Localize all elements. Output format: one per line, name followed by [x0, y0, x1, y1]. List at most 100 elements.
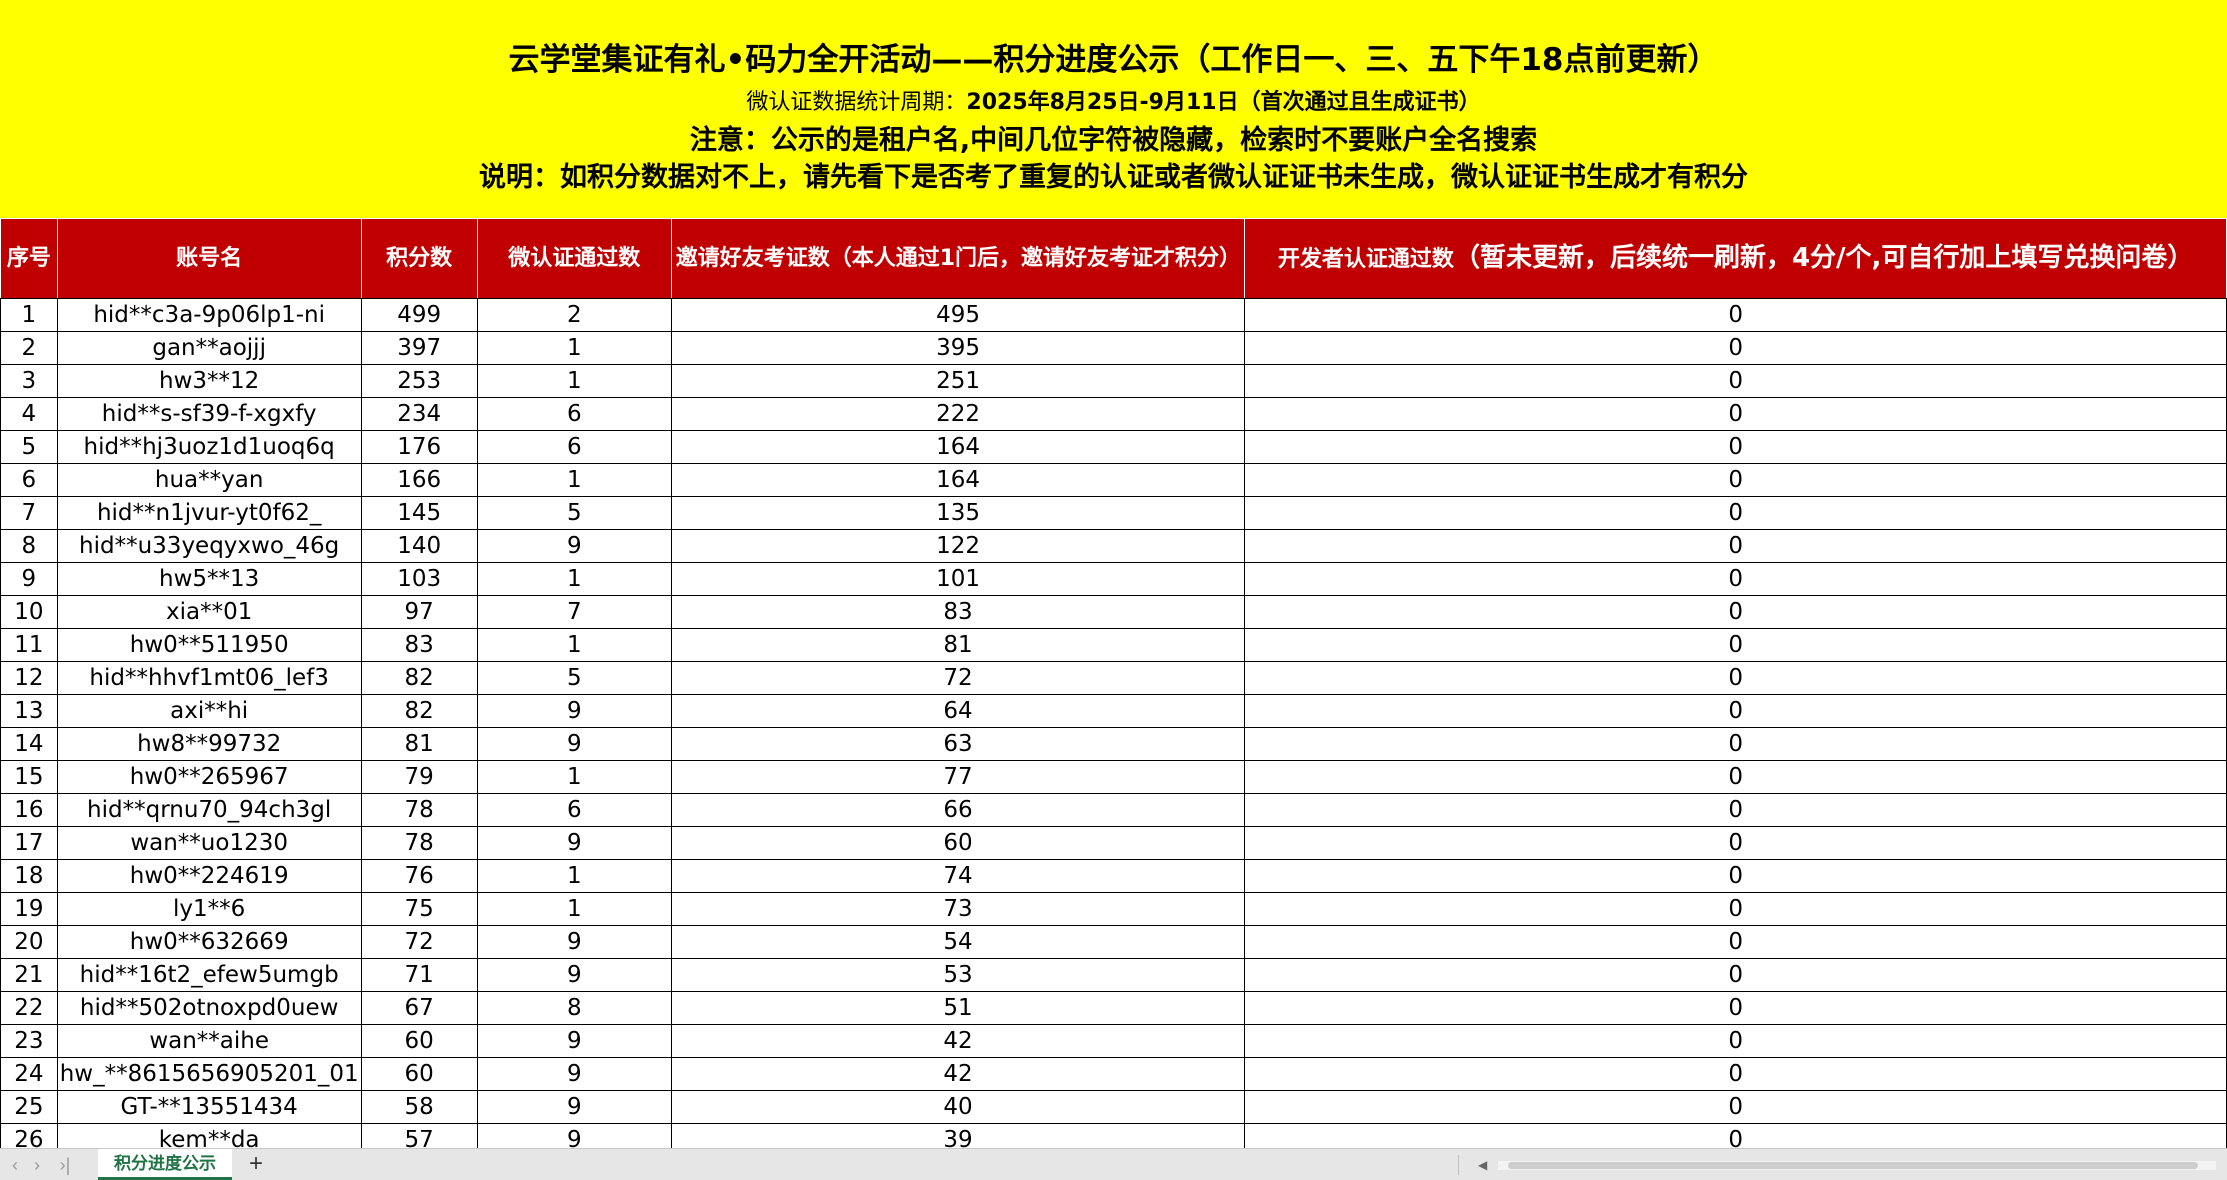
- cell-invite[interactable]: 122: [670, 529, 1246, 563]
- cell-account[interactable]: hid**s-sf39-f-xgxfy: [56, 397, 362, 431]
- cell-account[interactable]: hua**yan: [56, 463, 362, 497]
- table-row[interactable]: 16 hid**qrnu70_94ch3gl 78 6 66 0: [0, 793, 2227, 827]
- cell-developer-cert[interactable]: 0: [1244, 892, 2227, 926]
- cell-points[interactable]: 82: [360, 694, 478, 728]
- table-row[interactable]: 2 gan**aojjj 397 1 395 0: [0, 331, 2227, 365]
- cell-invite[interactable]: 164: [670, 463, 1246, 497]
- cell-invite[interactable]: 74: [670, 859, 1246, 893]
- cell-micro-cert[interactable]: 8: [476, 991, 672, 1025]
- cell-developer-cert[interactable]: 0: [1244, 364, 2227, 398]
- cell-invite[interactable]: 222: [670, 397, 1246, 431]
- cell-seq[interactable]: 25: [0, 1090, 58, 1124]
- cell-account[interactable]: wan**aihe: [56, 1024, 362, 1058]
- scroll-left-icon[interactable]: ◀: [1478, 1155, 1494, 1175]
- cell-micro-cert[interactable]: 1: [476, 364, 672, 398]
- column-header-micro-cert[interactable]: 微认证通过数: [476, 218, 672, 299]
- cell-developer-cert[interactable]: 0: [1244, 1024, 2227, 1058]
- cell-points[interactable]: 57: [360, 1123, 478, 1148]
- cell-micro-cert[interactable]: 6: [476, 397, 672, 431]
- cell-points[interactable]: 75: [360, 892, 478, 926]
- cell-seq[interactable]: 24: [0, 1057, 58, 1091]
- scrollbar-thumb[interactable]: [1508, 1162, 2198, 1169]
- cell-points[interactable]: 81: [360, 727, 478, 761]
- cell-points[interactable]: 78: [360, 793, 478, 827]
- cell-seq[interactable]: 14: [0, 727, 58, 761]
- cell-seq[interactable]: 5: [0, 430, 58, 464]
- cell-micro-cert[interactable]: 9: [476, 1123, 672, 1148]
- cell-seq[interactable]: 23: [0, 1024, 58, 1058]
- cell-invite[interactable]: 39: [670, 1123, 1246, 1148]
- table-row[interactable]: 20 hw0**632669 72 9 54 0: [0, 925, 2227, 959]
- cell-seq[interactable]: 15: [0, 760, 58, 794]
- cell-micro-cert[interactable]: 9: [476, 529, 672, 563]
- cell-micro-cert[interactable]: 1: [476, 859, 672, 893]
- cell-developer-cert[interactable]: 0: [1244, 628, 2227, 662]
- table-row[interactable]: 24 hw_**8615656905201_01 60 9 42 0: [0, 1057, 2227, 1091]
- table-row[interactable]: 17 wan**uo1230 78 9 60 0: [0, 826, 2227, 860]
- sheet-tab-active[interactable]: 积分进度公示: [98, 1149, 232, 1180]
- cell-developer-cert[interactable]: 0: [1244, 331, 2227, 365]
- cell-developer-cert[interactable]: 0: [1244, 529, 2227, 563]
- cell-seq[interactable]: 8: [0, 529, 58, 563]
- cell-seq[interactable]: 21: [0, 958, 58, 992]
- cell-micro-cert[interactable]: 9: [476, 958, 672, 992]
- cell-micro-cert[interactable]: 5: [476, 661, 672, 695]
- cell-micro-cert[interactable]: 7: [476, 595, 672, 629]
- cell-micro-cert[interactable]: 1: [476, 760, 672, 794]
- cell-developer-cert[interactable]: 0: [1244, 991, 2227, 1025]
- cell-account[interactable]: hid**u33yeqyxwo_46g: [56, 529, 362, 563]
- cell-account[interactable]: hid**qrnu70_94ch3gl: [56, 793, 362, 827]
- cell-developer-cert[interactable]: 0: [1244, 793, 2227, 827]
- cell-seq[interactable]: 3: [0, 364, 58, 398]
- cell-developer-cert[interactable]: 0: [1244, 430, 2227, 464]
- cell-micro-cert[interactable]: 9: [476, 694, 672, 728]
- cell-account[interactable]: hw0**224619: [56, 859, 362, 893]
- cell-invite[interactable]: 40: [670, 1090, 1246, 1124]
- cell-points[interactable]: 234: [360, 397, 478, 431]
- cell-account[interactable]: hw5**13: [56, 562, 362, 596]
- cell-account[interactable]: GT-**13551434: [56, 1090, 362, 1124]
- cell-points[interactable]: 140: [360, 529, 478, 563]
- cell-micro-cert[interactable]: 9: [476, 1024, 672, 1058]
- cell-developer-cert[interactable]: 0: [1244, 298, 2227, 332]
- cell-points[interactable]: 253: [360, 364, 478, 398]
- cell-seq[interactable]: 26: [0, 1123, 58, 1148]
- cell-developer-cert[interactable]: 0: [1244, 1123, 2227, 1148]
- cell-seq[interactable]: 20: [0, 925, 58, 959]
- cell-account[interactable]: hw_**8615656905201_01: [56, 1057, 362, 1091]
- cell-points[interactable]: 71: [360, 958, 478, 992]
- cell-developer-cert[interactable]: 0: [1244, 661, 2227, 695]
- table-row[interactable]: 15 hw0**265967 79 1 77 0: [0, 760, 2227, 794]
- cell-seq[interactable]: 18: [0, 859, 58, 893]
- table-row[interactable]: 14 hw8**99732 81 9 63 0: [0, 727, 2227, 761]
- cell-invite[interactable]: 101: [670, 562, 1246, 596]
- cell-developer-cert[interactable]: 0: [1244, 727, 2227, 761]
- cell-invite[interactable]: 54: [670, 925, 1246, 959]
- table-row[interactable]: 7 hid**n1jvur-yt0f62_ 145 5 135 0: [0, 496, 2227, 530]
- cell-developer-cert[interactable]: 0: [1244, 397, 2227, 431]
- cell-points[interactable]: 82: [360, 661, 478, 695]
- cell-invite[interactable]: 77: [670, 760, 1246, 794]
- cell-points[interactable]: 60: [360, 1024, 478, 1058]
- cell-micro-cert[interactable]: 9: [476, 826, 672, 860]
- cell-seq[interactable]: 10: [0, 595, 58, 629]
- cell-invite[interactable]: 73: [670, 892, 1246, 926]
- cell-account[interactable]: hw0**632669: [56, 925, 362, 959]
- cell-developer-cert[interactable]: 0: [1244, 694, 2227, 728]
- column-header-seq[interactable]: 序号: [0, 218, 58, 299]
- cell-points[interactable]: 397: [360, 331, 478, 365]
- cell-seq[interactable]: 13: [0, 694, 58, 728]
- table-row[interactable]: 5 hid**hj3uoz1d1uoq6q 176 6 164 0: [0, 430, 2227, 464]
- cell-points[interactable]: 79: [360, 760, 478, 794]
- cell-invite[interactable]: 83: [670, 595, 1246, 629]
- table-row[interactable]: 23 wan**aihe 60 9 42 0: [0, 1024, 2227, 1058]
- cell-developer-cert[interactable]: 0: [1244, 562, 2227, 596]
- cell-micro-cert[interactable]: 9: [476, 925, 672, 959]
- cell-points[interactable]: 103: [360, 562, 478, 596]
- cell-invite[interactable]: 63: [670, 727, 1246, 761]
- cell-seq[interactable]: 6: [0, 463, 58, 497]
- cell-points[interactable]: 166: [360, 463, 478, 497]
- cell-points[interactable]: 72: [360, 925, 478, 959]
- horizontal-scrollbar[interactable]: ◀: [1458, 1155, 2218, 1175]
- column-header-invite[interactable]: 邀请好友考证数（本人通过1门后，邀请好友考证才积分）: [670, 218, 1246, 299]
